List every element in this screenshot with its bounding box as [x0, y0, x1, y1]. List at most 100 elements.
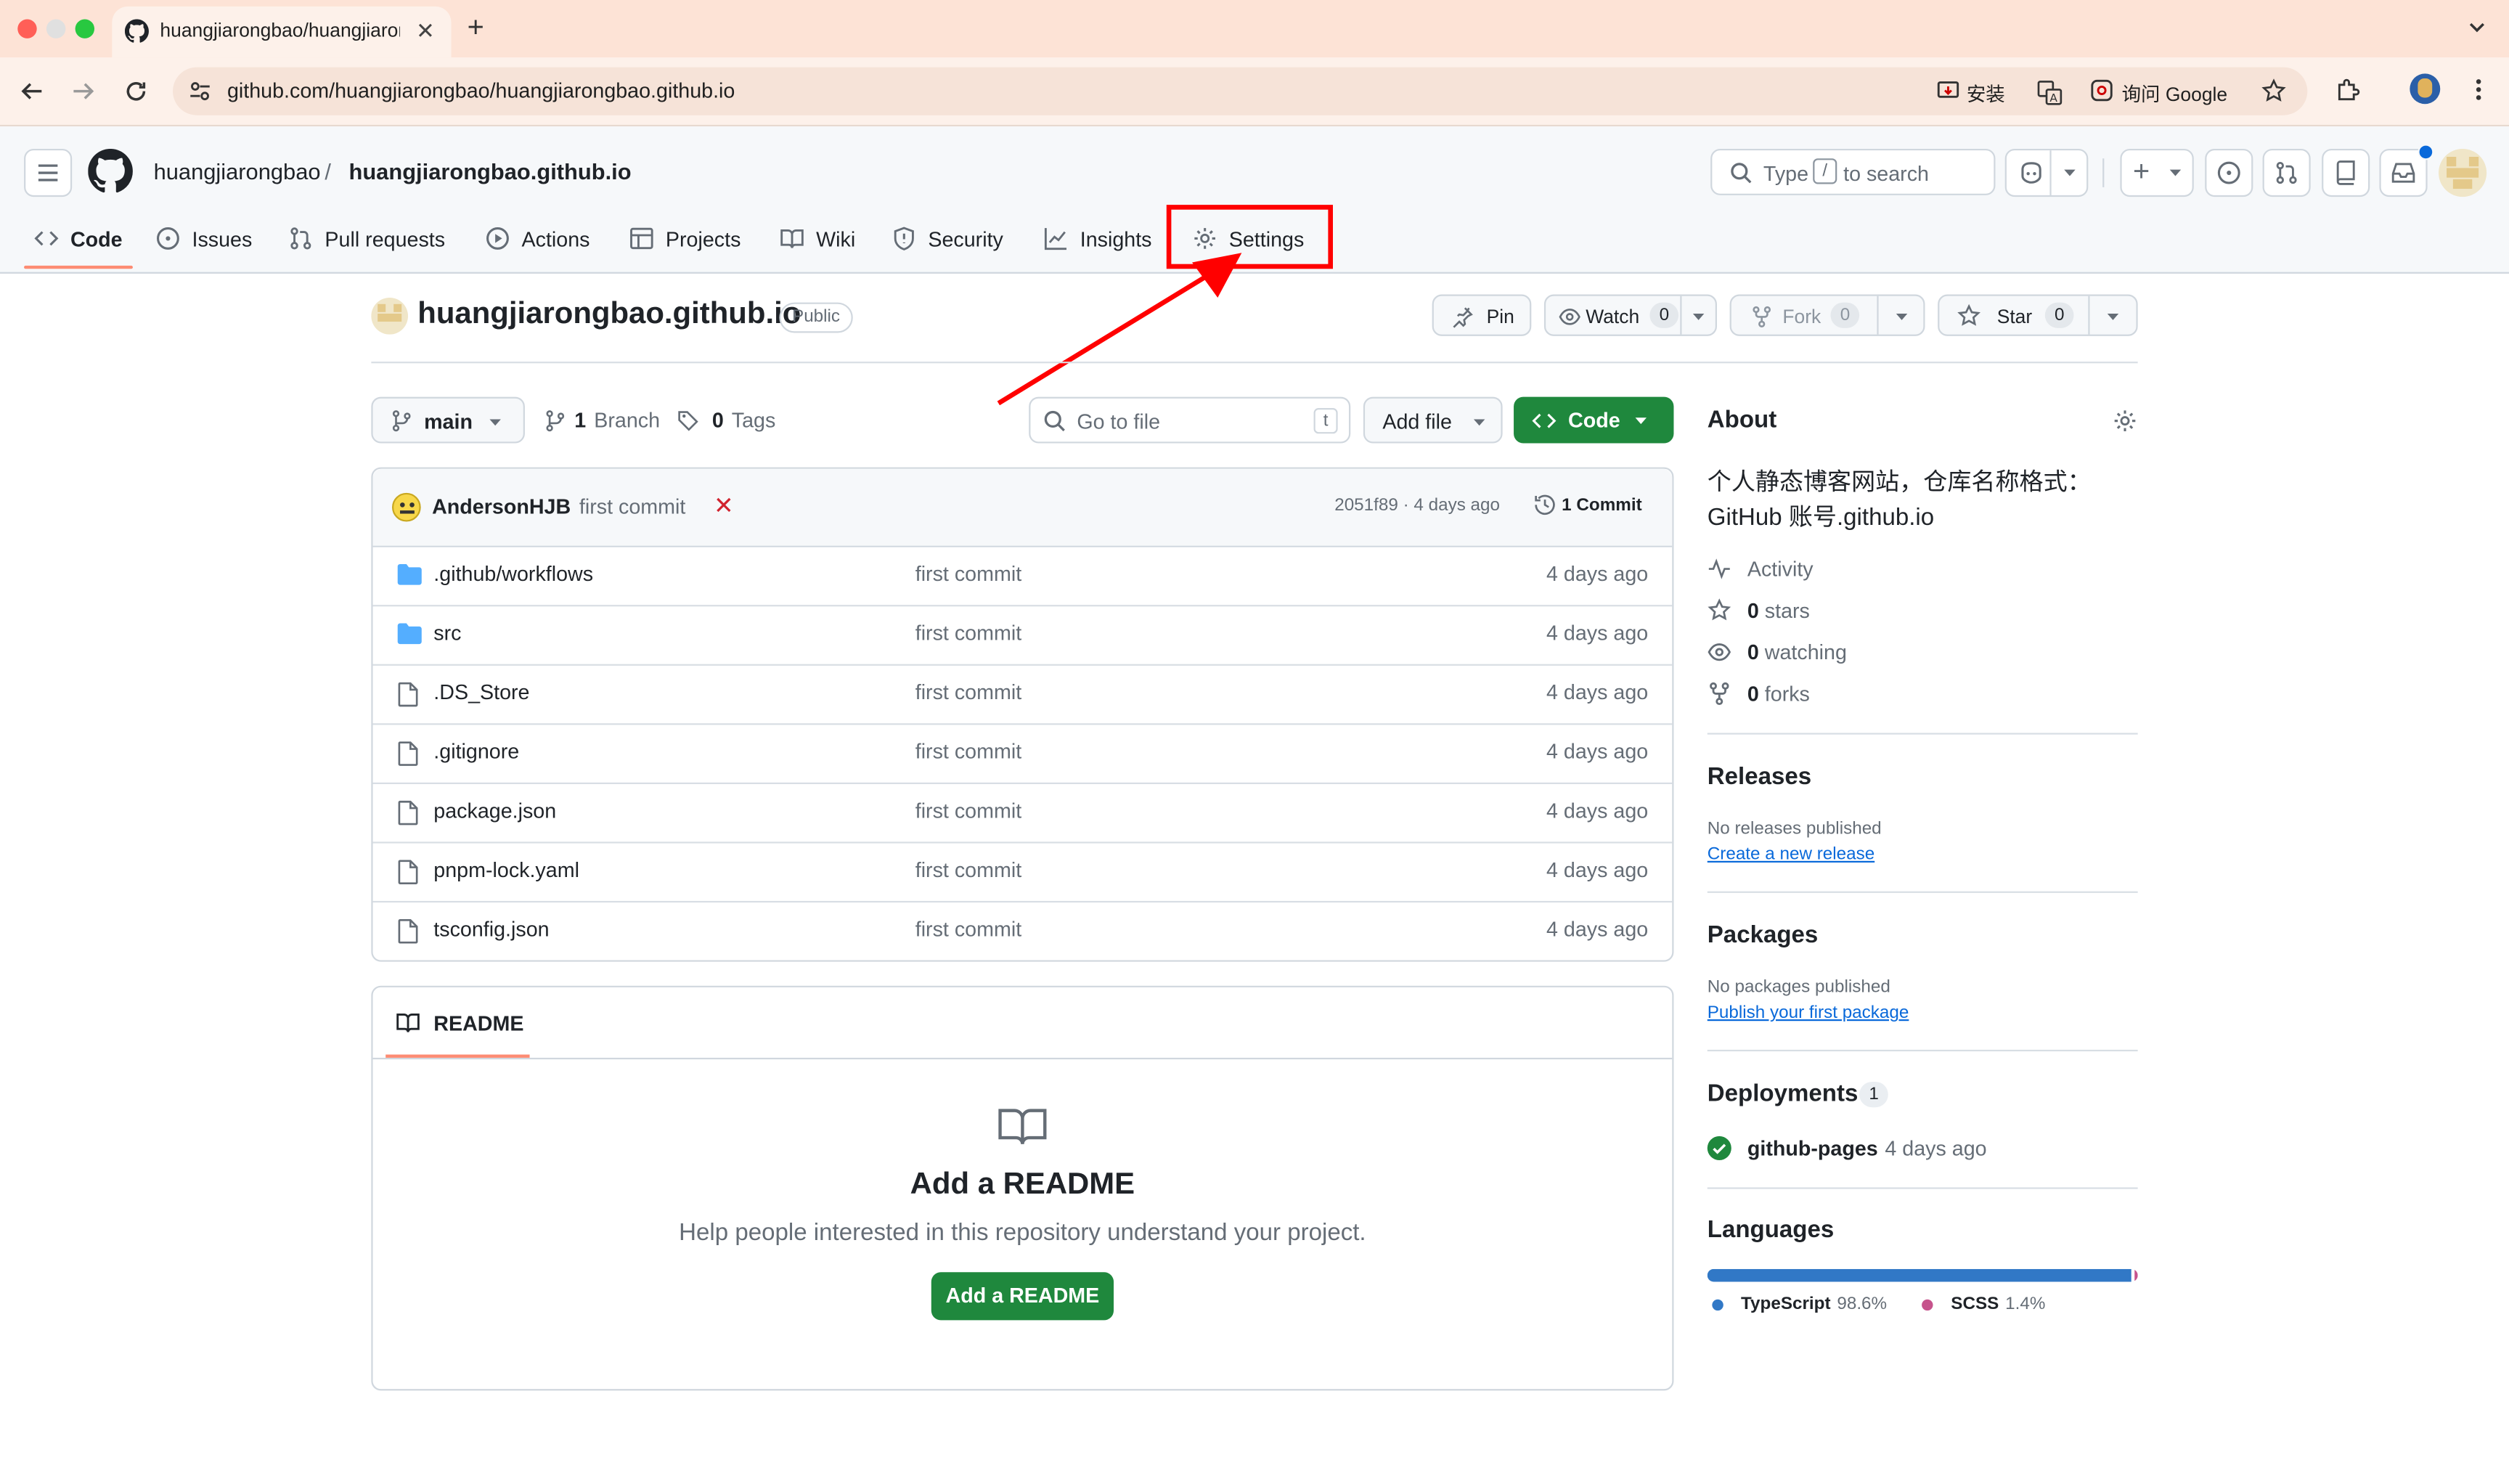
profile-avatar[interactable]	[2410, 73, 2441, 105]
commits-link[interactable]: 1 Commit	[1562, 496, 1641, 515]
gear-icon[interactable]	[2112, 408, 2137, 433]
address-bar[interactable]: github.com/huangjiarongbao/huangjiarongb…	[173, 67, 2308, 115]
language-name[interactable]: TypeScript	[1741, 1295, 1830, 1313]
zoom-window-button[interactable]	[75, 19, 95, 38]
publish-package-link[interactable]: Publish your first package	[1708, 1003, 1909, 1022]
pin-label: Pin	[1486, 305, 1514, 328]
file-row[interactable]: src first commit 4 days ago	[372, 605, 1673, 666]
breadcrumb-owner[interactable]: huangjiarongbao	[154, 158, 321, 184]
commit-author-avatar[interactable]	[392, 492, 421, 522]
menu-button[interactable]	[24, 148, 73, 197]
owner-avatar[interactable]	[371, 297, 409, 335]
add-readme-button[interactable]: Add a README	[931, 1272, 1114, 1321]
file-name[interactable]: .DS_Store	[433, 680, 529, 704]
file-row[interactable]: .github/workflows first commit 4 days ag…	[372, 546, 1673, 607]
forks-link[interactable]: 0 forks	[1708, 682, 1810, 706]
triangle-down-icon[interactable]	[2063, 166, 2077, 179]
stars-link[interactable]: 0 stars	[1708, 598, 1810, 622]
file-name[interactable]: src	[433, 621, 461, 645]
forward-icon[interactable]	[70, 78, 96, 104]
failed-check-icon[interactable]: ✕	[714, 492, 734, 520]
activity-link[interactable]: Activity	[1708, 557, 1814, 581]
sidebar-divider	[1707, 1187, 2138, 1189]
browser-tab[interactable]: huangjiarongbao/huangjiarongbao.github.i…	[112, 6, 452, 58]
commit-hash-time[interactable]: 2051f89 · 4 days ago	[1334, 496, 1500, 515]
branch-selector[interactable]: main	[371, 396, 525, 444]
tab-actions[interactable]: Actions	[485, 222, 590, 254]
add-file-label: Add file	[1382, 409, 1452, 434]
file-name[interactable]: package.json	[433, 799, 556, 823]
pin-button[interactable]: Pin	[1432, 294, 1532, 336]
deployments-heading[interactable]: Deployments	[1708, 1080, 1859, 1107]
bookmark-star-icon[interactable]	[2261, 78, 2286, 104]
triangle-down-icon[interactable]	[2106, 311, 2121, 324]
watch-button[interactable]: Watch 0	[1543, 294, 1717, 336]
user-avatar[interactable]	[2439, 148, 2487, 197]
deployment-env[interactable]: github-pages	[1747, 1136, 1878, 1160]
file-commit-message[interactable]: first commit	[915, 562, 1021, 586]
file-row[interactable]: pnpm-lock.yaml first commit 4 days ago	[372, 841, 1673, 903]
watching-link[interactable]: 0 watching	[1708, 640, 1847, 664]
commit-message[interactable]: first commit	[579, 494, 685, 518]
new-tab-icon[interactable]: +	[468, 13, 484, 42]
copilot-button[interactable]	[2004, 148, 2089, 197]
file-row[interactable]: .DS_Store first commit 4 days ago	[372, 664, 1673, 725]
file-commit-message[interactable]: first commit	[915, 621, 1021, 645]
readme-tab[interactable]: README	[395, 1010, 523, 1035]
file-row[interactable]: tsconfig.json first commit 4 days ago	[373, 901, 1673, 961]
repositories-button[interactable]	[2322, 148, 2370, 197]
file-commit-message[interactable]: first commit	[915, 917, 1021, 941]
file-commit-message[interactable]: first commit	[915, 680, 1021, 704]
github-logo-icon[interactable]	[88, 148, 133, 194]
tags-link[interactable]: 0 Tags	[677, 408, 775, 432]
file-row[interactable]: package.json first commit 4 days ago	[372, 783, 1673, 844]
tab-issues[interactable]: Issues	[155, 222, 252, 254]
file-name[interactable]: tsconfig.json	[433, 917, 549, 941]
file-commit-message[interactable]: first commit	[915, 739, 1021, 763]
tab-projects-label: Projects	[665, 226, 741, 250]
minimize-window-button[interactable]	[46, 19, 66, 38]
file-commit-message[interactable]: first commit	[915, 799, 1021, 823]
file-name[interactable]: .github/workflows	[433, 562, 593, 586]
chevron-down-icon[interactable]	[2465, 16, 2488, 38]
tab-code[interactable]: Code	[33, 222, 123, 254]
install-app-button[interactable]: 安装	[1927, 73, 2010, 108]
browser-menu-icon[interactable]	[2474, 77, 2484, 102]
repo-title[interactable]: huangjiarongbao.github.io	[417, 298, 801, 333]
go-to-file-input[interactable]: Go to file t	[1029, 396, 1351, 444]
create-new-button[interactable]: +	[2120, 148, 2194, 197]
star-button[interactable]: Star 0	[1938, 294, 2138, 336]
breadcrumb-repo[interactable]: huangjiarongbao.github.io	[348, 158, 631, 184]
triangle-down-icon[interactable]	[1692, 311, 1706, 324]
tab-projects[interactable]: Projects	[629, 222, 741, 254]
close-tab-icon[interactable]: ✕	[416, 17, 435, 44]
triangle-down-icon[interactable]	[1895, 311, 1909, 324]
code-button[interactable]: Code	[1514, 396, 1674, 444]
file-row[interactable]: .gitignore first commit 4 days ago	[372, 723, 1673, 784]
divider	[1877, 295, 1879, 335]
site-info-icon[interactable]	[189, 80, 211, 102]
file-name[interactable]: pnpm-lock.yaml	[433, 857, 579, 881]
file-commit-message[interactable]: first commit	[915, 857, 1021, 881]
language-name[interactable]: SCSS	[1951, 1295, 1999, 1313]
tab-wiki[interactable]: Wiki	[779, 222, 855, 254]
create-release-link[interactable]: Create a new release	[1708, 845, 1874, 864]
tab-pull-requests[interactable]: Pull requests	[288, 222, 445, 254]
fork-button[interactable]: Fork 0	[1729, 294, 1925, 336]
branches-link[interactable]: 1 Branch	[544, 408, 660, 432]
pull-requests-button[interactable]	[2262, 148, 2311, 197]
reload-icon[interactable]	[123, 78, 149, 104]
releases-heading[interactable]: Releases	[1708, 763, 1811, 790]
close-window-button[interactable]	[17, 19, 37, 38]
packages-heading[interactable]: Packages	[1708, 922, 1819, 949]
add-file-button[interactable]: Add file	[1363, 396, 1503, 444]
extensions-icon[interactable]	[2335, 77, 2362, 104]
translate-icon[interactable]: A	[2037, 80, 2063, 105]
search-input[interactable]: Type / to search	[1710, 148, 1996, 195]
file-name[interactable]: .gitignore	[433, 739, 519, 763]
issues-button[interactable]	[2205, 148, 2253, 197]
back-icon[interactable]	[19, 78, 44, 104]
commit-author[interactable]: AndersonHJB	[432, 494, 571, 518]
inbox-button[interactable]	[2379, 144, 2434, 197]
ask-google-button[interactable]: 询问 Google	[2080, 73, 2237, 108]
